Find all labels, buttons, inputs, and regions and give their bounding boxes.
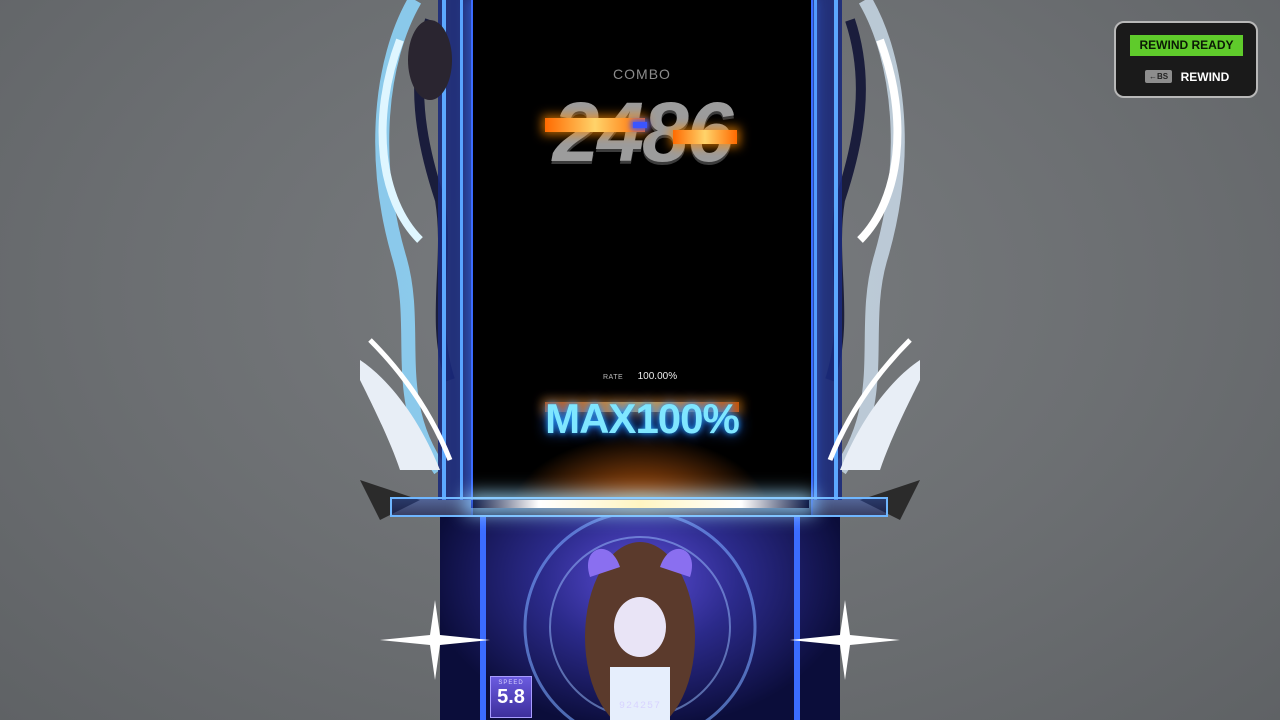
rewind-button[interactable]: ←BS REWIND xyxy=(1145,68,1229,84)
speed-indicator: SPEED 5.8 xyxy=(490,676,532,718)
judgment-line-glow xyxy=(471,500,809,508)
rewind-panel: REWIND READY ←BS REWIND xyxy=(1114,21,1258,98)
rate-label: RATE xyxy=(603,374,624,381)
backspace-key-icon: ←BS xyxy=(1145,70,1173,84)
rewind-ready-badge: REWIND READY xyxy=(1130,35,1243,56)
rewind-label: REWIND xyxy=(1180,69,1230,84)
rate-display: RATE 100.00% xyxy=(603,366,677,384)
game-stage: COMBO 2486 RATE 100.00% MAX100% SPEED 5.… xyxy=(0,0,1280,720)
speed-value: 5.8 xyxy=(497,686,525,708)
sparkle-icon xyxy=(790,600,900,680)
rate-value: 100.00% xyxy=(637,371,678,382)
combo-flash-bar xyxy=(545,118,645,132)
combo-flash-bar xyxy=(673,130,737,144)
combo-flash-bar xyxy=(633,122,647,128)
combo-label: COMBO xyxy=(613,66,671,82)
sparkle-icon xyxy=(380,600,490,680)
combo-counter: 2486 xyxy=(552,85,734,179)
score-counter: 924257 xyxy=(618,701,661,712)
